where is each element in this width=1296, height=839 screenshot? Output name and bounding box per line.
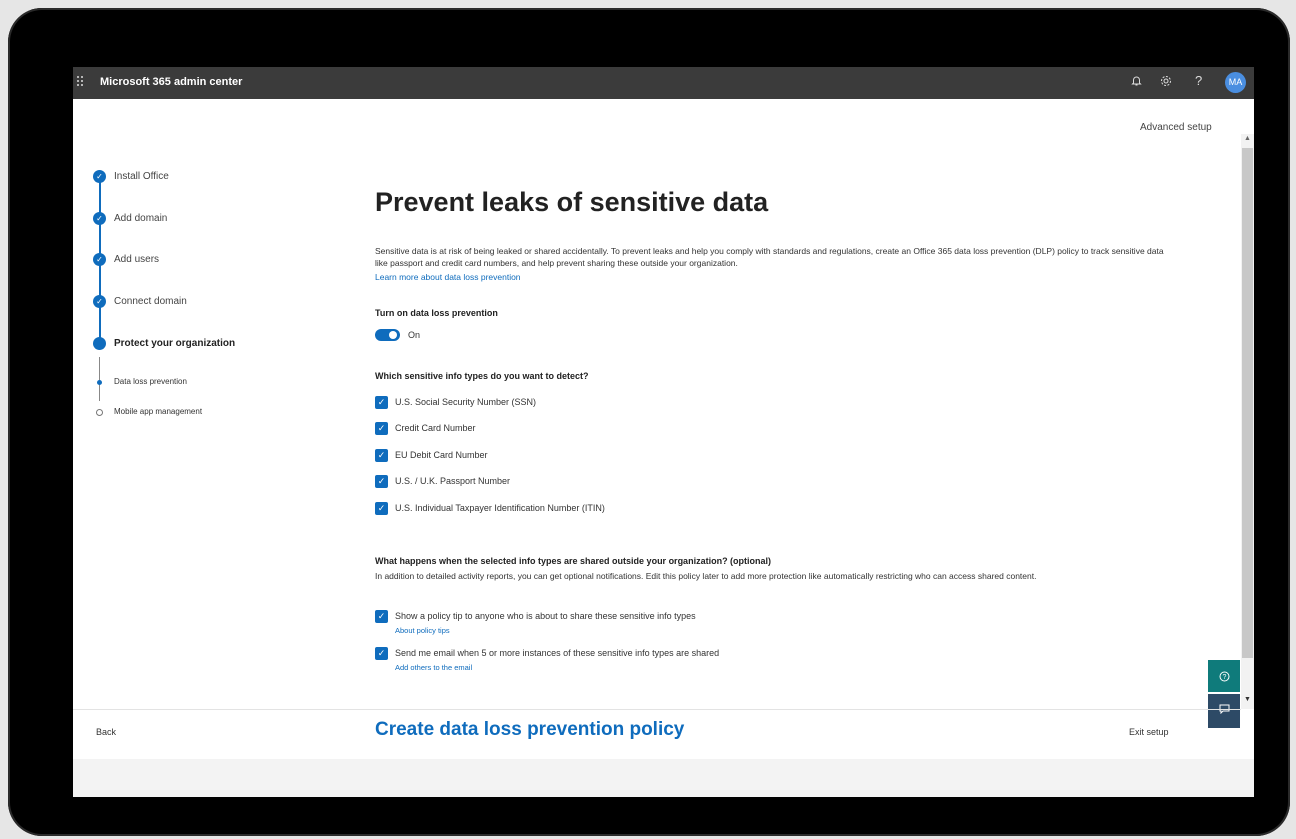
learn-more-link[interactable]: Learn more about data loss prevention <box>375 272 521 282</box>
step-label: Install Office <box>114 171 169 182</box>
bottom-strip <box>73 759 1254 797</box>
share-description: In addition to detailed activity reports… <box>375 571 1037 581</box>
scroll-up-arrow-icon[interactable]: ▲ <box>1244 135 1251 142</box>
checkbox-checked-icon[interactable]: ✓ <box>375 449 388 462</box>
checkbox-label: U.S. Individual Taxpayer Identification … <box>395 503 605 513</box>
checkbox-label: EU Debit Card Number <box>395 450 488 460</box>
help-button[interactable]: ? <box>1208 660 1240 692</box>
toggle-label: On <box>408 330 421 340</box>
back-button[interactable]: Back <box>96 727 116 737</box>
checkbox-label: Show a policy tip to anyone who is about… <box>395 611 696 621</box>
toggle-heading: Turn on data loss prevention <box>375 308 498 318</box>
question-circle-icon: ? <box>1219 670 1230 682</box>
checkbox-checked-icon[interactable]: ✓ <box>375 610 388 623</box>
tablet-frame: Microsoft 365 admin center ? MA Advanced… <box>8 8 1290 836</box>
svg-text:?: ? <box>1222 674 1226 681</box>
substeps-line <box>99 357 100 401</box>
app-launcher-icon[interactable] <box>77 76 87 88</box>
substep-label: Data loss prevention <box>114 377 187 386</box>
page-description: Sensitive data is at risk of being leake… <box>375 246 1164 268</box>
step-label: Connect domain <box>114 296 187 307</box>
check-icon: ✓ <box>93 295 106 308</box>
check-icon: ✓ <box>93 212 106 225</box>
scroll-down-arrow-icon[interactable]: ▼ <box>1244 696 1251 703</box>
toggle-knob <box>389 331 397 339</box>
create-policy-button[interactable]: Create data loss prevention policy <box>375 719 684 741</box>
check-icon: ✓ <box>93 170 106 183</box>
help-icon[interactable]: ? <box>1195 73 1202 88</box>
step-label: Add users <box>114 254 160 265</box>
checkbox-checked-icon[interactable]: ✓ <box>375 422 388 435</box>
step-label: Add domain <box>114 213 168 224</box>
screen: Microsoft 365 admin center ? MA Advanced… <box>73 67 1254 797</box>
checkbox-label: Credit Card Number <box>395 423 476 433</box>
checkbox-label: U.S. Social Security Number (SSN) <box>395 397 537 407</box>
checkbox-label: Send me email when 5 or more instances o… <box>395 648 720 658</box>
substep-label: Mobile app management <box>114 407 203 416</box>
gear-icon[interactable] <box>1160 75 1172 90</box>
info-types-heading: Which sensitive info types do you want t… <box>375 371 589 381</box>
pending-substep-ring-icon <box>96 409 103 416</box>
checkbox-checked-icon[interactable]: ✓ <box>375 475 388 488</box>
share-heading: What happens when the selected info type… <box>375 556 772 566</box>
exit-setup-button[interactable]: Exit setup <box>1129 727 1169 737</box>
checkbox-checked-icon[interactable]: ✓ <box>375 502 388 515</box>
app-title[interactable]: Microsoft 365 admin center <box>100 76 242 88</box>
checkbox-checked-icon[interactable]: ✓ <box>375 647 388 660</box>
advanced-setup-link[interactable]: Advanced setup <box>1140 122 1212 133</box>
checkbox-label: U.S. / U.K. Passport Number <box>395 476 511 486</box>
add-others-link[interactable]: Add others to the email <box>395 663 472 672</box>
dlp-toggle[interactable] <box>375 329 400 341</box>
feedback-button[interactable] <box>1208 694 1240 728</box>
current-step-dot-icon <box>93 337 106 350</box>
bell-icon[interactable] <box>1131 75 1142 90</box>
check-icon: ✓ <box>93 253 106 266</box>
top-bar: Microsoft 365 admin center ? MA <box>73 67 1254 99</box>
checkbox-checked-icon[interactable]: ✓ <box>375 396 388 409</box>
current-substep-dot-icon <box>97 380 102 385</box>
step-label: Protect your organization <box>114 338 236 349</box>
scrollbar-thumb[interactable] <box>1242 148 1253 658</box>
avatar[interactable]: MA <box>1225 72 1246 93</box>
about-policy-tips-link[interactable]: About policy tips <box>395 626 450 635</box>
page-title: Prevent leaks of sensitive data <box>375 187 769 217</box>
footer-divider <box>73 709 1241 710</box>
